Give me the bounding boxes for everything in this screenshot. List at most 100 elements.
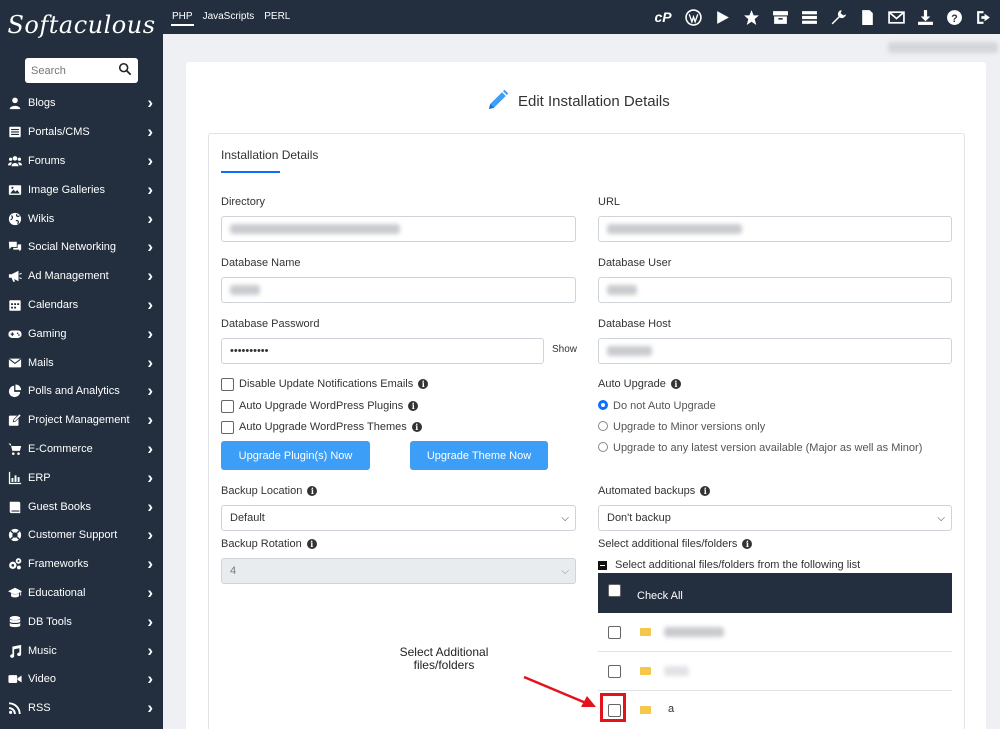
wordpress-icon[interactable] [684,8,702,26]
file-name: a [668,703,675,715]
file-checkbox[interactable] [608,665,621,678]
info-icon[interactable]: i [408,401,419,412]
sidebar-item-portals-cms[interactable]: Portals/CMS › [0,118,163,147]
play-icon[interactable] [713,8,731,26]
chevron-right-icon: › [147,640,153,660]
logout-icon[interactable] [974,8,992,26]
sidebar-item-image-galleries[interactable]: Image Galleries › [0,175,163,204]
chevron-down-icon: ⌵ [561,566,569,577]
sidebar-item-customer-support[interactable]: Customer Support › [0,521,163,550]
sidebar-item-wikis[interactable]: Wikis › [0,204,163,233]
sidebar-item-rss[interactable]: RSS › [0,694,163,723]
annotation-highlight-box [600,693,626,722]
url-label: URL [598,196,621,208]
download-icon[interactable] [916,8,934,26]
search-icon[interactable] [118,62,132,79]
wrench-icon[interactable] [829,8,847,26]
sidebar-item-gaming[interactable]: Gaming › [0,319,163,348]
archive-icon[interactable] [771,8,789,26]
sidebar-item-calendars[interactable]: Calendars › [0,291,163,320]
info-icon[interactable]: i [742,539,753,550]
url-field[interactable] [598,216,952,242]
folder-icon [640,628,651,636]
envelope-icon[interactable] [887,8,905,26]
disable-notifications-checkbox[interactable] [221,378,234,391]
chevron-right-icon: › [147,381,153,401]
db-name-field[interactable] [221,277,576,303]
sidebar-item-project-management[interactable]: Project Management › [0,406,163,435]
show-password-link[interactable]: Show [552,344,577,355]
list-icon[interactable] [800,8,818,26]
auto-upgrade-plugins-checkbox[interactable] [221,400,234,413]
info-icon[interactable]: i [700,486,711,497]
star-icon[interactable] [742,8,760,26]
sidebar-item-guest-books[interactable]: Guest Books › [0,492,163,521]
page-title: Edit Installation Details [518,93,670,110]
info-icon[interactable]: i [307,486,318,497]
sidebar-item-label: DB Tools [28,615,72,628]
radio-no-auto-upgrade[interactable] [598,400,608,410]
chevron-right-icon: › [147,554,153,574]
db-host-field[interactable] [598,338,952,364]
check-all-checkbox[interactable] [608,583,621,597]
automated-backups-select[interactable]: Don't backup ⌵ [598,505,952,531]
sidebar-item-label: Gaming [28,327,67,340]
support-icon [7,528,22,543]
sidebar-item-label: Blogs [28,97,56,110]
chevron-right-icon: › [147,294,153,314]
sidebar-item-blogs[interactable]: Blogs › [0,89,163,118]
sidebar-item-forums[interactable]: Forums › [0,147,163,176]
sidebar-item-video[interactable]: Video › [0,665,163,694]
svg-text:?: ? [951,12,957,24]
chevron-right-icon: › [147,323,153,343]
list-icon [7,125,22,140]
softaculous-logo[interactable]: Softaculous [0,0,163,50]
sidebar-item-e-commerce[interactable]: E-Commerce › [0,435,163,464]
chevron-right-icon: › [147,122,153,142]
db-user-field[interactable] [598,277,952,303]
sidebar-item-frameworks[interactable]: Frameworks › [0,550,163,579]
auto-upgrade-themes-checkbox[interactable] [221,421,234,434]
tab-php[interactable]: PHP [171,9,194,26]
radio-minor-upgrade[interactable] [598,421,608,431]
info-icon[interactable]: i [306,539,317,550]
radio-latest-upgrade[interactable] [598,442,608,452]
tab-perl[interactable]: PERL [263,9,291,26]
upgrade-plugins-button[interactable]: Upgrade Plugin(s) Now [221,441,370,470]
info-icon[interactable]: i [411,422,422,433]
file-checkbox[interactable] [608,626,621,639]
search-input[interactable] [31,64,111,77]
cogs-icon [7,557,22,572]
megaphone-icon [7,269,22,284]
sidebar-item-label: Customer Support [28,529,118,542]
tab-installation-details[interactable]: Installation Details [221,148,318,162]
cpanel-icon[interactable]: cP [653,8,673,26]
tab-javascripts[interactable]: JavaScripts [202,9,256,26]
graduation-cap-icon [7,585,22,600]
sidebar-item-label: Portals/CMS [28,126,90,139]
sidebar-item-educational[interactable]: Educational › [0,579,163,608]
sidebar-item-music[interactable]: Music › [0,636,163,665]
additional-files-toggle[interactable]: Select additional files/folders from the… [615,559,860,571]
search-box[interactable] [25,58,138,83]
db-password-field[interactable]: •••••••••• [221,338,544,364]
sidebar-item-ad-management[interactable]: Ad Management › [0,262,163,291]
collapse-icon[interactable] [598,561,607,570]
calendar-icon [7,297,22,312]
directory-field[interactable] [221,216,576,242]
sidebar-item-polls-and-analytics[interactable]: Polls and Analytics › [0,377,163,406]
redacted-value [230,285,260,295]
sidebar-item-social-networking[interactable]: Social Networking › [0,233,163,262]
file-icon[interactable] [858,8,876,26]
info-icon[interactable]: i [670,379,681,390]
sidebar-item-mails[interactable]: Mails › [0,348,163,377]
backup-location-select[interactable]: Default ⌵ [221,505,576,531]
sidebar-item-label: Project Management [28,414,130,427]
upgrade-theme-button[interactable]: Upgrade Theme Now [410,441,548,470]
backup-rotation-label: Backup Rotation i [221,538,317,550]
help-icon[interactable]: ? [945,8,963,26]
file-row: a [598,691,952,729]
info-icon[interactable]: i [418,379,429,390]
sidebar-item-erp[interactable]: ERP › [0,463,163,492]
sidebar-item-db-tools[interactable]: DB Tools › [0,607,163,636]
